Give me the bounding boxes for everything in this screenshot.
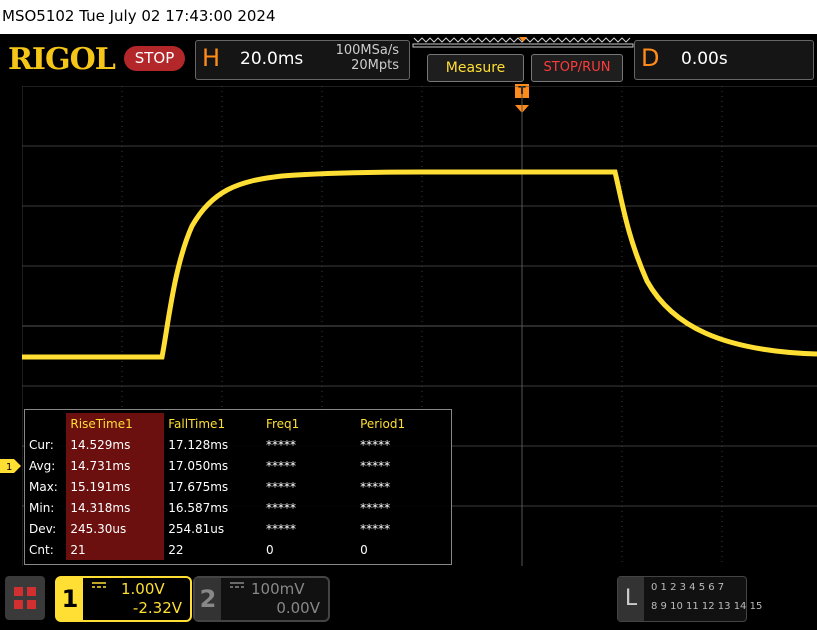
bottom-bar: 1 1.00V -2.32V 2 100mV 0.00V L 0 1 2 3 4…	[0, 566, 817, 630]
la-channels-row2: 8 9 10 11 12 13 14 15	[651, 601, 763, 612]
cell: *****	[360, 458, 391, 473]
delay-box[interactable]: D 0.00s	[634, 40, 814, 80]
ch1-offset-marker-icon[interactable]: 1	[0, 459, 22, 473]
header-falltime[interactable]: FallTime1	[164, 413, 262, 434]
delay-letter: D	[641, 44, 660, 72]
table-row: Cur: 14.529ms 17.128ms ***** *****	[25, 434, 451, 455]
cell: *****	[265, 479, 296, 494]
cell: *****	[360, 500, 391, 515]
window-title: MSO5102 Tue July 02 17:43:00 2024	[2, 7, 276, 25]
cell: 245.30us	[66, 518, 165, 539]
la-letter: L	[618, 577, 644, 621]
table-row: Max: 15.191ms 17.675ms ***** *****	[25, 476, 451, 497]
ch2-scale: 100mV	[251, 580, 305, 598]
cell: 0	[360, 542, 368, 557]
ch1-number: 1	[57, 578, 83, 620]
title-bar: MSO5102 Tue July 02 17:43:00 2024	[0, 0, 817, 34]
horizontal-timebase-box[interactable]: H 20.0ms 100MSa/s 20Mpts	[195, 40, 410, 80]
cell: 14.529ms	[66, 434, 165, 455]
cell: 21	[66, 539, 165, 560]
table-row: Min: 14.318ms 16.587ms ***** *****	[25, 497, 451, 518]
acquisition-info: 100MSa/s 20Mpts	[336, 43, 399, 73]
la-channels-row1: 0 1 2 3 4 5 6 7	[651, 582, 725, 593]
logic-analyzer-settings[interactable]: L 0 1 2 3 4 5 6 7 8 9 10 11 12 13 14 15	[617, 576, 762, 622]
ch1-offset: -2.32V	[132, 599, 182, 617]
waveform-overview-strip	[412, 37, 634, 48]
timebase-value: 20.0ms	[240, 49, 304, 69]
memory-depth: 20Mpts	[351, 58, 399, 73]
delay-value: 0.00s	[681, 49, 728, 69]
cell: 17.050ms	[168, 458, 229, 473]
measure-button[interactable]: Measure	[427, 54, 524, 82]
horizontal-letter: H	[202, 44, 221, 72]
measurement-header-row: RiseTime1 FallTime1 Freq1 Period1	[25, 413, 451, 434]
top-toolbar: RIGOL STOP H 20.0ms 100MSa/s 20Mpts Meas…	[0, 34, 817, 84]
cell: 15.191ms	[66, 476, 165, 497]
cell: *****	[265, 437, 296, 452]
cell: 14.731ms	[66, 455, 165, 476]
cell: 16.587ms	[168, 500, 229, 515]
cell: 0	[265, 542, 274, 557]
header-risetime[interactable]: RiseTime1	[66, 413, 165, 434]
sample-rate: 100MSa/s	[335, 43, 399, 58]
brand-logo: RIGOL	[8, 42, 116, 77]
measurement-table: RiseTime1 FallTime1 Freq1 Period1 Cur: 1…	[25, 413, 451, 560]
cell: 254.81us	[168, 521, 225, 536]
cell: 22	[168, 542, 184, 557]
header-period[interactable]: Period1	[356, 413, 451, 434]
cell: *****	[360, 521, 391, 536]
cell: *****	[360, 479, 391, 494]
row-label: Cnt:	[29, 542, 54, 557]
table-row: Dev: 245.30us 254.81us ***** *****	[25, 518, 451, 539]
row-label: Min:	[29, 500, 55, 515]
ch2-offset: 0.00V	[276, 599, 320, 617]
cell: *****	[360, 437, 391, 452]
stop-run-button[interactable]: STOP/RUN	[531, 54, 623, 82]
table-row: Avg: 14.731ms 17.050ms ***** *****	[25, 455, 451, 476]
row-label: Max:	[29, 479, 58, 494]
header-freq[interactable]: Freq1	[262, 413, 356, 434]
cell: *****	[265, 521, 296, 536]
table-row: Cnt: 21 22 0 0	[25, 539, 451, 560]
cell: 14.318ms	[66, 497, 165, 518]
cell: *****	[265, 458, 296, 473]
row-label: Avg:	[29, 458, 56, 473]
cell: 17.675ms	[168, 479, 229, 494]
cell: *****	[265, 500, 296, 515]
run-state-button[interactable]: STOP	[124, 46, 185, 71]
ch1-waveform	[22, 169, 817, 360]
ch2-number: 2	[195, 578, 221, 620]
ch2-settings[interactable]: 2 100mV 0.00V	[193, 576, 330, 622]
row-label: Dev:	[29, 521, 57, 536]
grid-menu-icon[interactable]	[5, 576, 45, 620]
dc-coupling-icon	[230, 582, 244, 588]
ch1-marker-label: 1	[6, 462, 12, 473]
measurement-panel: RiseTime1 FallTime1 Freq1 Period1 Cur: 1…	[24, 409, 452, 565]
ch1-scale: 1.00V	[121, 580, 165, 598]
row-label: Cur:	[29, 437, 54, 452]
dc-coupling-icon	[92, 582, 106, 588]
ch1-settings[interactable]: 1 1.00V -2.32V	[55, 576, 192, 622]
cell: 17.128ms	[168, 437, 229, 452]
